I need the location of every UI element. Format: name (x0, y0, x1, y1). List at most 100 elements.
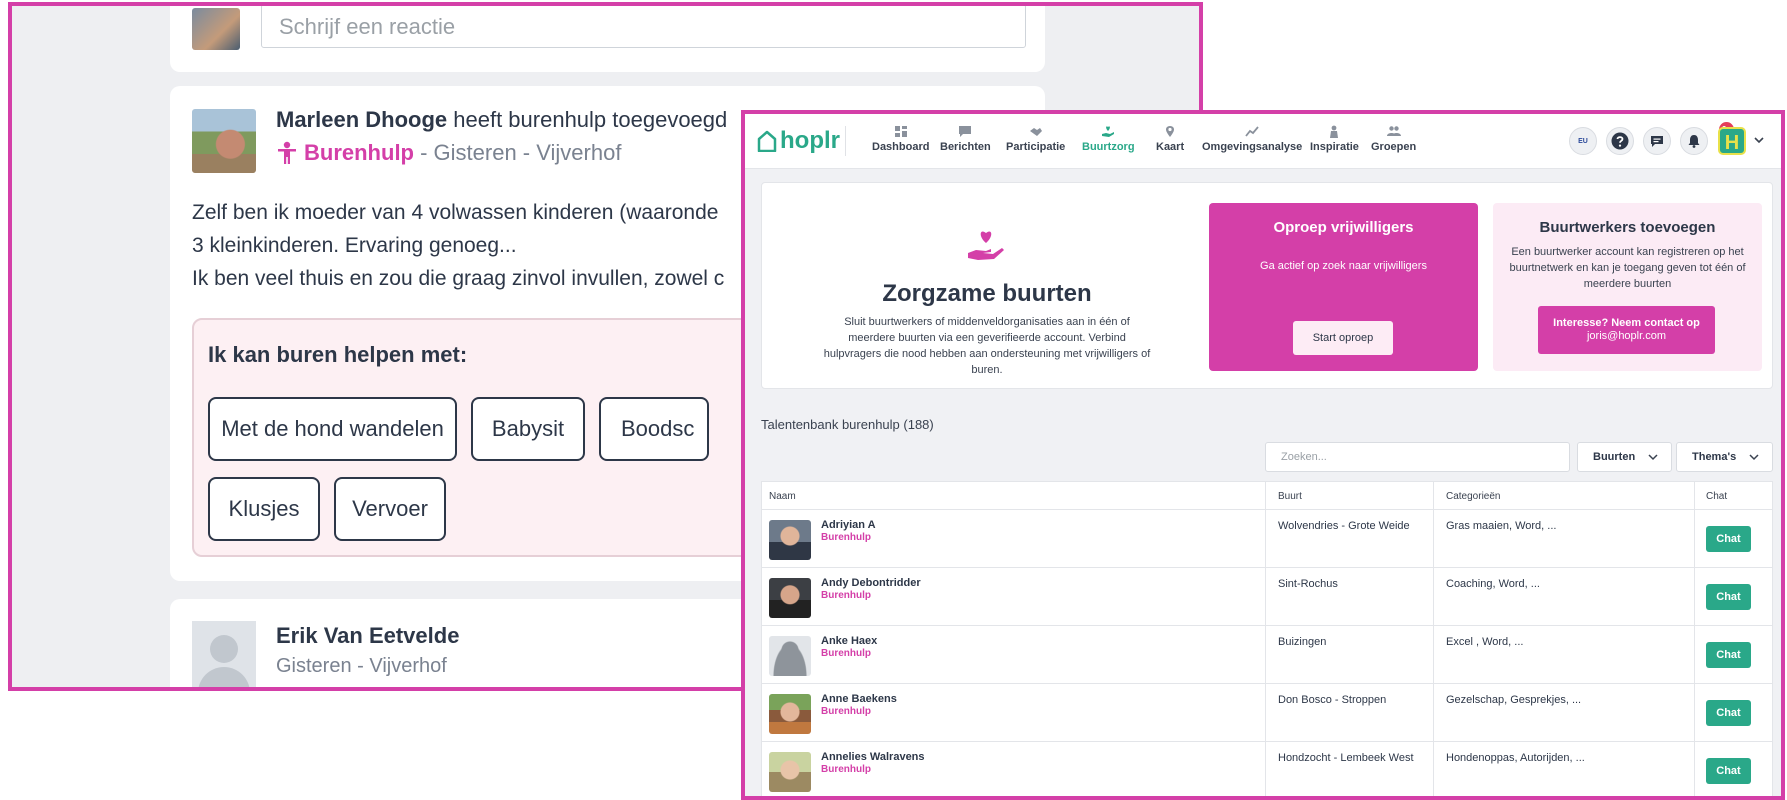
member-categories: Gezelschap, Gesprekjes, ... (1446, 694, 1582, 706)
member-name[interactable]: Anke Haex (821, 635, 877, 647)
member-buurt: Wolvendries - Grote Weide (1278, 520, 1410, 532)
buurtwerkers-description: Een buurtwerker account kan registreren … (1509, 246, 1746, 290)
start-oproep-button[interactable]: Start oproep (1293, 321, 1393, 355)
dashboard-icon (894, 126, 907, 137)
top-navbar: hoplr Dashboard Berichten Participatie B… (745, 114, 1781, 169)
member-name[interactable]: Andy Debontridder (821, 577, 921, 589)
hoplr-logo[interactable]: hoplr (757, 127, 840, 155)
post-author[interactable]: Erik Van Eetvelde (276, 623, 459, 649)
nav-kaart[interactable]: Kaart (1156, 125, 1184, 153)
care-hand-icon (1102, 126, 1115, 137)
themas-dropdown[interactable]: Thema's (1676, 442, 1773, 472)
member-name[interactable]: Anne Baekens (821, 693, 897, 705)
nav-berichten[interactable]: Berichten (940, 125, 991, 153)
help-chip[interactable]: Met de hond wandelen (208, 397, 457, 461)
hoplr-window: hoplr Dashboard Berichten Participatie B… (741, 110, 1785, 800)
notifications-button[interactable] (1680, 127, 1708, 155)
chat-button[interactable] (1643, 127, 1671, 155)
member-buurt: Buizingen (1278, 636, 1327, 648)
person-icon (1330, 125, 1339, 138)
member-tag: Burenhulp (821, 764, 871, 775)
avatar[interactable] (769, 694, 811, 734)
brand-name: hoplr (780, 127, 840, 154)
nav-participatie[interactable]: Participatie (1006, 125, 1065, 153)
help-chip[interactable]: Klusjes (208, 477, 320, 541)
user-avatar[interactable]: H (1718, 127, 1746, 155)
post-action: heeft burenhulp toegevoegd (447, 107, 728, 132)
member-tag: Burenhulp (821, 706, 871, 717)
post-header: Marleen Dhooge heeft burenhulp toegevoeg… (276, 107, 727, 133)
nav-dashboard[interactable]: Dashboard (872, 125, 929, 153)
person-icon (278, 141, 296, 164)
eu-button[interactable]: EU (1569, 127, 1597, 155)
map-pin-icon (1166, 126, 1175, 137)
member-name[interactable]: Annelies Walravens (821, 751, 925, 763)
chat-button[interactable]: Chat (1706, 700, 1751, 726)
nav-inspiratie[interactable]: Inspiratie (1310, 125, 1359, 153)
chat-button[interactable]: Chat (1706, 758, 1751, 784)
table-row: Adriyian A Burenhulp Wolvendries - Grote… (762, 510, 1772, 568)
member-name[interactable]: Adriyian A (821, 519, 876, 531)
oproep-vrijwilligers-card: Oproep vrijwilligers Ga actief op zoek n… (1209, 203, 1478, 371)
post-time-location: - Gisteren - Vijverhof (414, 140, 622, 165)
table-row: Annelies Walravens Burenhulp Hondzocht -… (762, 742, 1772, 796)
section-title: Talentenbank burenhulp (188) (761, 417, 934, 432)
talent-table: Naam Buurt Categorieën Chat Adriyian A B… (761, 481, 1773, 796)
member-tag: Burenhulp (821, 590, 871, 601)
member-categories: Hondenoppas, Autorijden, ... (1446, 752, 1585, 764)
avatar[interactable] (769, 752, 811, 792)
post-author[interactable]: Marleen Dhooge (276, 107, 447, 132)
post-meta: Gisteren - Vijverhof (276, 655, 447, 677)
chat-icon (1651, 135, 1663, 147)
nav-buurtzorg[interactable]: Buurtzorg (1082, 125, 1135, 153)
contact-button[interactable]: Interesse? Neem contact op joris@hoplr.c… (1538, 306, 1715, 354)
avatar[interactable] (769, 578, 811, 618)
help-chip[interactable]: Boodsc (599, 397, 709, 461)
contact-email: joris@hoplr.com (1586, 330, 1667, 342)
member-buurt: Sint-Rochus (1278, 578, 1338, 590)
avatar-placeholder[interactable] (192, 621, 256, 687)
help-chip[interactable]: Vervoer (334, 477, 446, 541)
chat-button[interactable]: Chat (1706, 584, 1751, 610)
table-row: Andy Debontridder Burenhulp Sint-Rochus … (762, 568, 1772, 626)
member-categories: Coaching, Word, ... (1446, 578, 1540, 590)
buurtwerkers-card: Buurtwerkers toevoegen Een buurtwerker a… (1493, 203, 1762, 371)
group-icon (1386, 126, 1401, 136)
chevron-down-icon (1648, 454, 1658, 461)
chevron-down-icon[interactable] (1752, 133, 1766, 147)
post-category[interactable]: Burenhulp (304, 140, 414, 165)
chat-button[interactable]: Chat (1706, 526, 1751, 552)
comment-input[interactable]: Schrijf een reactie (261, 6, 1026, 48)
oproep-subtitle: Ga actief op zoek naar vrijwilligers (1260, 260, 1427, 272)
help-chip[interactable]: Babysit (471, 397, 585, 461)
member-categories: Excel , Word, ... (1446, 636, 1524, 648)
handshake-icon (1029, 128, 1042, 136)
post-author-avatar[interactable] (192, 109, 256, 173)
avatar-placeholder[interactable] (769, 636, 811, 676)
help-button[interactable] (1606, 127, 1634, 155)
member-tag: Burenhulp (821, 532, 871, 543)
heart-hand-icon (968, 231, 1004, 260)
bell-icon (1688, 135, 1700, 148)
house-logo-icon (757, 130, 777, 152)
member-buurt: Hondzocht - Lembeek West (1278, 752, 1414, 764)
column-header: Buurt (1278, 491, 1302, 502)
eu-icon: EU (1578, 137, 1588, 145)
nav-groepen[interactable]: Groepen (1371, 125, 1416, 153)
column-header: Chat (1706, 491, 1728, 502)
post-meta: Burenhulp - Gisteren - Vijverhof (276, 140, 621, 166)
buurten-dropdown[interactable]: Buurten (1577, 442, 1672, 472)
table-header: Naam Buurt Categorieën Chat (762, 482, 1772, 510)
member-tag: Burenhulp (821, 648, 871, 659)
chat-button[interactable]: Chat (1706, 642, 1751, 668)
help-title: Ik kan buren helpen met: (208, 342, 468, 367)
search-input[interactable]: Zoeken... (1265, 442, 1570, 472)
oproep-title: Oproep vrijwilligers (1273, 219, 1414, 236)
nav-omgevingsanalyse[interactable]: Omgevingsanalyse (1202, 125, 1302, 153)
column-header: Naam (769, 491, 796, 502)
help-icon (1611, 132, 1629, 150)
trend-chart-icon (1245, 126, 1259, 137)
hero-panel: Zorgzame buurten Sluit buurtwerkers of m… (761, 182, 1773, 389)
buurtwerkers-title: Buurtwerkers toevoegen (1539, 219, 1716, 236)
avatar[interactable] (769, 520, 811, 560)
